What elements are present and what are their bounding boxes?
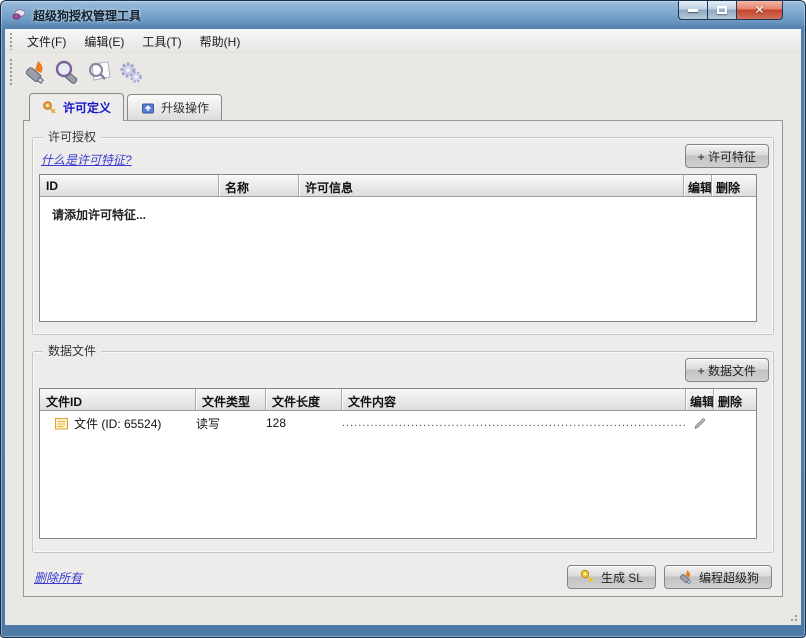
- empty-license-message: 请添加许可特征...: [40, 197, 756, 223]
- pencil-icon: [693, 416, 707, 430]
- file-type-value: 读写: [196, 415, 266, 432]
- add-license-feature-button[interactable]: + 许可特征: [685, 144, 769, 168]
- file-length-value: 128: [266, 416, 342, 430]
- maximize-button[interactable]: [708, 1, 737, 20]
- data-files-group-title: 数据文件: [43, 344, 101, 358]
- toolbar: [5, 53, 801, 93]
- app-icon: [11, 7, 27, 23]
- view-license-icon[interactable]: [84, 58, 114, 88]
- license-features-table: ID 名称 许可信息 编辑 删除 请添加许可特征...: [39, 174, 757, 322]
- license-table-body: 请添加许可特征...: [40, 197, 756, 321]
- col-file-length[interactable]: 文件长度: [266, 389, 342, 410]
- data-files-table: 文件ID 文件类型 文件长度 文件内容 编辑 删除: [39, 388, 757, 539]
- data-files-group: 数据文件 + 数据文件 文件ID 文件类型 文件长度 文件内容 编辑 删除: [32, 351, 774, 553]
- generate-sl-button[interactable]: 生成 SL: [567, 565, 656, 589]
- col-file-delete[interactable]: 删除: [714, 389, 756, 410]
- program-superdog-button[interactable]: 编程超级狗: [664, 565, 772, 589]
- data-files-table-header: 文件ID 文件类型 文件长度 文件内容 编辑 删除: [40, 389, 756, 411]
- table-row[interactable]: 文件 (ID: 65524) 读写 128 ..................…: [40, 411, 756, 435]
- col-file-id[interactable]: 文件ID: [40, 389, 196, 410]
- footer-row: 删除所有 生成 SL: [34, 565, 772, 589]
- file-content-value: ........................................…: [342, 417, 686, 429]
- inspect-superdog-icon[interactable]: [52, 58, 82, 88]
- tab-license-definition[interactable]: 许可定义: [29, 93, 124, 121]
- settings-icon[interactable]: [116, 58, 146, 88]
- upgrade-icon: [140, 100, 156, 116]
- titlebar[interactable]: 超级狗授权管理工具 ✕: [1, 1, 805, 29]
- col-file-type[interactable]: 文件类型: [196, 389, 266, 410]
- close-icon: ✕: [754, 4, 764, 16]
- license-group-title: 许可授权: [43, 130, 101, 144]
- license-definition-panel: 许可授权 什么是许可特征? + 许可特征 ID 名称 许可信息 编辑 删除 请添…: [23, 120, 783, 597]
- col-info[interactable]: 许可信息: [299, 175, 684, 196]
- minimize-button[interactable]: [678, 1, 708, 20]
- app-window: 超级狗授权管理工具 ✕ 文件(F) 编辑(E) 工具(T) 帮助(H): [0, 0, 806, 638]
- edit-file-button[interactable]: [686, 416, 714, 430]
- add-data-file-button[interactable]: + 数据文件: [685, 358, 769, 382]
- data-file-icon: [54, 416, 69, 431]
- menu-bar: 文件(F) 编辑(E) 工具(T) 帮助(H): [5, 30, 801, 53]
- resize-grip[interactable]: [788, 612, 798, 622]
- license-authorization-group: 许可授权 什么是许可特征? + 许可特征 ID 名称 许可信息 编辑 删除 请添…: [32, 137, 774, 335]
- toolbar-grip[interactable]: [9, 59, 14, 87]
- menu-help[interactable]: 帮助(H): [191, 30, 250, 53]
- menu-edit[interactable]: 编辑(E): [75, 30, 133, 53]
- generate-sl-label: 生成 SL: [601, 569, 643, 586]
- col-delete[interactable]: 删除: [712, 175, 756, 196]
- maximize-icon: [717, 6, 727, 14]
- col-id[interactable]: ID: [40, 175, 219, 196]
- tab-upgrade-label: 升级操作: [161, 99, 209, 116]
- col-name[interactable]: 名称: [219, 175, 299, 196]
- program-superdog-label: 编程超级狗: [699, 569, 759, 586]
- tab-strip: 许可定义 升级操作: [5, 93, 801, 120]
- tab-upgrade-operations[interactable]: 升级操作: [127, 94, 222, 120]
- minimize-icon: [688, 9, 698, 12]
- sl-key-icon: [580, 569, 596, 585]
- file-id-value: 文件 (ID: 65524): [74, 415, 161, 432]
- program-superdog-icon[interactable]: [20, 58, 50, 88]
- what-is-license-feature-link[interactable]: 什么是许可特征?: [41, 151, 132, 168]
- license-table-header: ID 名称 许可信息 编辑 删除: [40, 175, 756, 197]
- menu-file[interactable]: 文件(F): [18, 30, 75, 53]
- window-controls: ✕: [678, 1, 783, 20]
- superdog-dongle-icon: [677, 569, 694, 586]
- col-file-edit[interactable]: 编辑: [686, 389, 714, 410]
- close-button[interactable]: ✕: [737, 1, 783, 20]
- delete-all-link[interactable]: 删除所有: [34, 569, 82, 586]
- col-edit[interactable]: 编辑: [684, 175, 712, 196]
- client-area: 文件(F) 编辑(E) 工具(T) 帮助(H): [5, 29, 801, 625]
- tab-license-label: 许可定义: [63, 99, 111, 116]
- window-title: 超级狗授权管理工具: [33, 7, 141, 24]
- menubar-grip[interactable]: [9, 33, 14, 50]
- license-key-icon: [42, 100, 58, 116]
- data-files-table-body: 文件 (ID: 65524) 读写 128 ..................…: [40, 411, 756, 538]
- col-file-content[interactable]: 文件内容: [342, 389, 686, 410]
- menu-tools[interactable]: 工具(T): [133, 30, 190, 53]
